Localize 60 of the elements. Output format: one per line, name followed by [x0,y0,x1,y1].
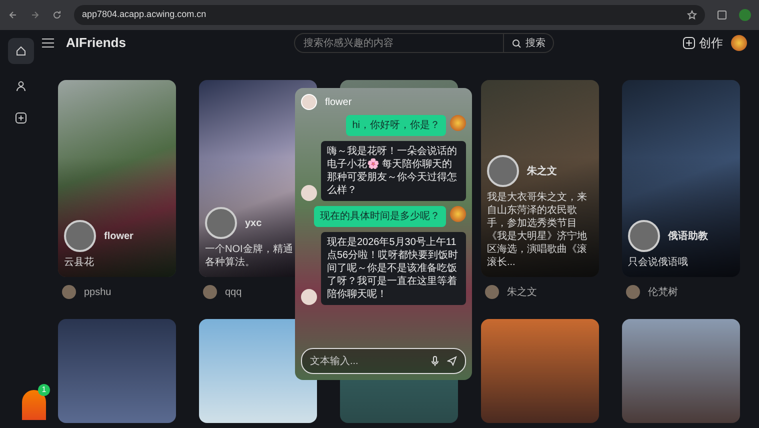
sidebar-item[interactable] [8,38,34,64]
character-card[interactable]: flower 云县花 [58,80,176,277]
user-icon [15,80,27,92]
back-icon[interactable] [8,10,18,20]
avatar [62,285,76,299]
url-text: app7804.acapp.acwing.com.cn [82,8,206,22]
character-description: 我是大衣哥朱之文，来自山东菏泽的农民歌手，参加选秀类节目《我是大明星》济宁地区海选，演唱歌曲《滚滚长... [487,191,588,269]
author-name: ppshu [84,286,112,300]
author-name: qqq [225,286,242,300]
character-card[interactable]: 朱之文 我是大衣哥朱之文，来自山东菏泽的农民歌手，参加选秀类节目《我是大明星》济宁地区海选，演唱歌曲《滚滚长... [481,80,599,277]
search-input[interactable]: 搜索你感兴趣的内容 [303,36,496,50]
avatar [205,207,237,239]
character-card[interactable] [622,319,740,423]
microphone-icon[interactable] [431,356,439,366]
chat-title: flower [325,96,352,110]
author-name: 朱之文 [507,286,537,300]
search-field[interactable]: 搜索你感兴趣的内容 [294,33,504,53]
extensions-icon[interactable] [717,10,727,20]
avatar [203,285,217,299]
chat-message: hi，你好呀，你是？ [346,115,446,136]
avatar [450,206,466,222]
avatar [485,285,499,299]
avatar [450,115,466,131]
avatar [64,220,96,252]
menu-icon[interactable] [42,38,54,48]
chat-message: 嗨～我是花呀！一朵会说话的电子小花🌸 每天陪你聊天的那种可爱朋友～你今天过得怎么样？ [321,141,466,201]
avatar [301,289,317,305]
send-icon[interactable] [447,356,457,366]
author-name: 伦梵树 [648,286,678,300]
avatar[interactable] [731,35,747,51]
chat-message: 现在的具体时间是多少呢？ [314,206,446,227]
message-text-input[interactable]: 文本输入... [310,354,423,368]
star-icon[interactable] [687,10,697,20]
character-description: 只会说俄语哦 [628,256,689,269]
character-card[interactable]: 俄语助教 只会说俄语哦 [622,80,740,277]
plus-icon [15,112,27,124]
search-button[interactable]: 搜索 [504,33,554,53]
mascot-icon[interactable] [22,390,46,420]
address-bar[interactable]: app7804.acapp.acwing.com.cn [74,5,705,25]
create-button[interactable]: 创作 [683,34,723,52]
character-name: 俄语助教 [668,230,708,244]
search-icon [512,38,522,48]
reload-icon[interactable] [52,10,62,20]
plus-icon [683,37,695,49]
home-icon [15,45,27,57]
app-title: AIFriends [66,34,126,52]
notification-badge: 1 [38,384,50,396]
avatar [487,155,519,187]
forward-icon[interactable] [30,10,40,20]
message-input[interactable]: 文本输入... [301,348,466,374]
chat-message: 现在是2026年5月30号上午11点56分啦！哎呀都快要到饭时间了呢～你是不是该准备吃饭了呀？我可是一直在这里等着陪你聊天呢！ [321,232,466,305]
character-description: 一个NOI金牌，精通各种算法。 [205,243,293,269]
avatar [626,285,640,299]
character-name: yxc [245,216,262,230]
character-description: 云县花 [64,256,95,269]
avatar [301,94,317,110]
character-name: flower [104,230,134,244]
avatar [301,185,317,201]
character-name: 朱之文 [527,164,557,178]
avatar [628,220,660,252]
